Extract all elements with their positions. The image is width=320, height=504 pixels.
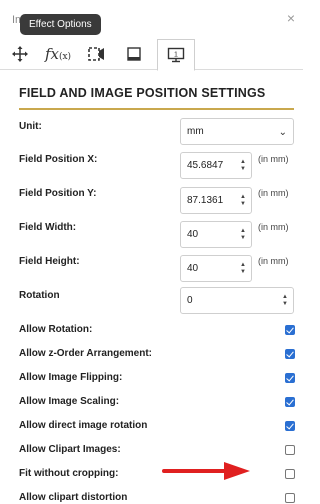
function-icon: fx(x) — [44, 45, 72, 63]
width-input[interactable]: 40 ▲ ▼ — [180, 221, 252, 248]
pos-y-unit: (in mm) — [258, 188, 289, 198]
pos-y-input[interactable]: 87.1361 ▲ ▼ — [180, 187, 252, 214]
move-icon — [12, 46, 28, 62]
fit-without-cropping-checkbox[interactable] — [285, 469, 295, 479]
checkbox-label: Allow Clipart Images: — [19, 444, 121, 455]
window-titlebar: Im × Effect Options — [0, 0, 303, 39]
spinner-icon[interactable]: ▲ ▼ — [282, 294, 289, 307]
allow-rotation-checkbox[interactable] — [285, 325, 295, 335]
layers-icon — [127, 47, 141, 61]
checkbox-label: Allow Image Scaling: — [19, 396, 120, 407]
checkbox-label: Allow z-Order Arrangement: — [19, 348, 152, 359]
height-label: Field Height: — [19, 256, 80, 267]
spinner-icon[interactable]: ▲ ▼ — [240, 262, 247, 275]
spinner-icon[interactable]: ▲ ▼ — [240, 159, 247, 172]
position-settings-tab[interactable]: 1 — [157, 39, 195, 71]
allow-clipart-distortion-checkbox[interactable] — [285, 493, 295, 503]
close-icon[interactable]: × — [287, 10, 295, 26]
layers-tool-button[interactable] — [116, 39, 152, 69]
spinner-icon[interactable]: ▲ ▼ — [240, 194, 247, 207]
pos-x-label: Field Position X: — [19, 154, 98, 165]
rotation-label: Rotation — [19, 290, 60, 301]
allow-direct-rotation-checkbox[interactable] — [285, 421, 295, 431]
pos-x-unit: (in mm) — [258, 154, 289, 164]
effect-options-button[interactable]: fx(x) — [40, 39, 76, 69]
spinner-icon[interactable]: ▲ ▼ — [240, 228, 247, 241]
allow-clipart-images-checkbox[interactable] — [285, 445, 295, 455]
chevron-down-icon: ⌄ — [278, 127, 287, 138]
checkbox-label: Allow direct image rotation — [19, 420, 148, 431]
checkbox-label: Fit without cropping: — [19, 468, 119, 479]
red-arrow-annotation — [162, 462, 250, 480]
checkbox-label: Allow Image Flipping: — [19, 372, 123, 383]
toolbar: fx(x) 1 — [0, 39, 303, 71]
height-unit: (in mm) — [258, 256, 289, 266]
width-label: Field Width: — [19, 222, 77, 233]
height-input[interactable]: 40 ▲ ▼ — [180, 255, 252, 282]
rotation-input[interactable]: 0 ▲ ▼ — [180, 287, 294, 314]
effect-options-tooltip: Effect Options — [20, 14, 101, 35]
allow-z-order-checkbox[interactable] — [285, 349, 295, 359]
allow-image-scaling-checkbox[interactable] — [285, 397, 295, 407]
crop-tool-button[interactable] — [78, 39, 114, 69]
unit-select[interactable]: mm ⌄ — [180, 118, 294, 145]
panel-heading: FIELD AND IMAGE POSITION SETTINGS — [19, 86, 294, 110]
position-settings-panel: FIELD AND IMAGE POSITION SETTINGS Unit: … — [0, 70, 303, 504]
width-unit: (in mm) — [258, 222, 289, 232]
move-tool-button[interactable] — [2, 39, 38, 69]
checkbox-label: Allow clipart distortion — [19, 492, 128, 503]
svg-text:1: 1 — [174, 52, 178, 59]
allow-image-flipping-checkbox[interactable] — [285, 373, 295, 383]
pos-y-label: Field Position Y: — [19, 188, 97, 199]
pos-x-input[interactable]: 45.6847 ▲ ▼ — [180, 152, 252, 179]
crop-icon — [88, 47, 104, 61]
unit-label: Unit: — [19, 121, 42, 132]
checkbox-label: Allow Rotation: — [19, 324, 93, 335]
monitor-icon: 1 — [167, 47, 185, 63]
